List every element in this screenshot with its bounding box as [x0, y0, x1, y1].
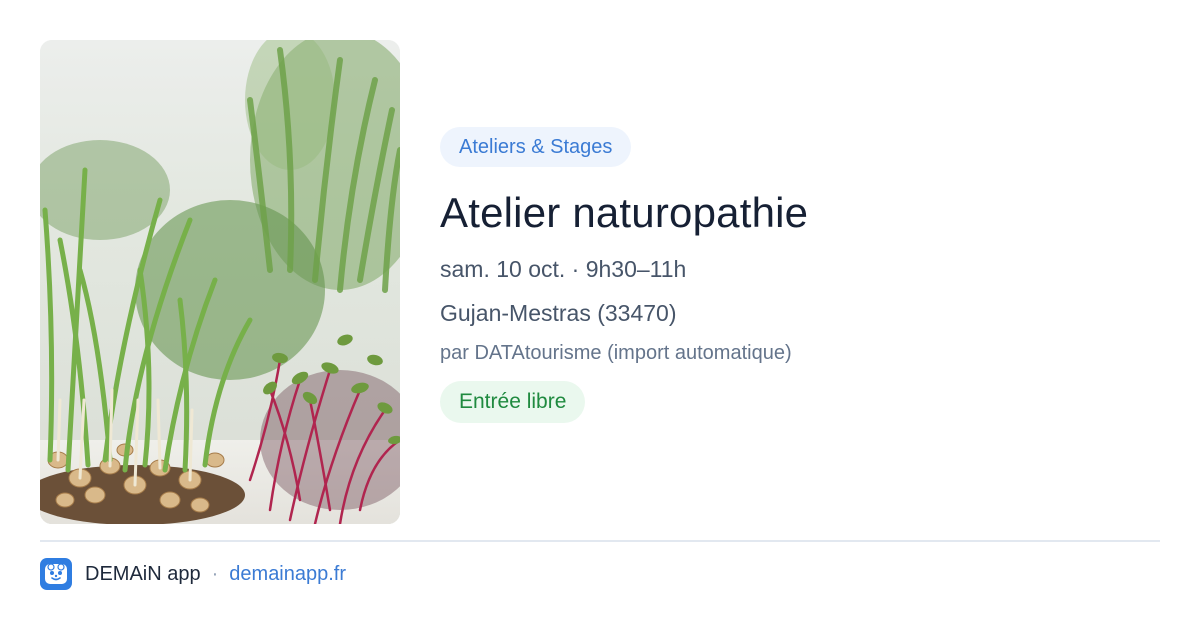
app-website-link[interactable]: demainapp.fr: [229, 563, 346, 586]
microgreens-photo-icon: [40, 40, 400, 524]
price-badge: Entrée libre: [440, 381, 586, 423]
event-location: Gujan-Mestras (33470): [440, 300, 677, 326]
event-title: Atelier naturopathie: [440, 189, 809, 236]
event-datetime: sam. 10 oct. · 9h30–11h: [440, 256, 687, 282]
event-image[interactable]: [40, 40, 400, 524]
event-details: Ateliers & Stages Atelier naturopathie s…: [440, 127, 1160, 423]
footer-divider: [40, 540, 1160, 542]
app-name: DEMAiN app: [85, 562, 201, 585]
demain-app-logo-icon: [40, 558, 72, 590]
event-organizer: par DATAtourisme (import automatique): [440, 342, 792, 364]
footer: DEMAiN app · demainapp.fr: [40, 558, 346, 590]
category-badge[interactable]: Ateliers & Stages: [440, 127, 632, 167]
footer-separator: ·: [211, 562, 219, 585]
